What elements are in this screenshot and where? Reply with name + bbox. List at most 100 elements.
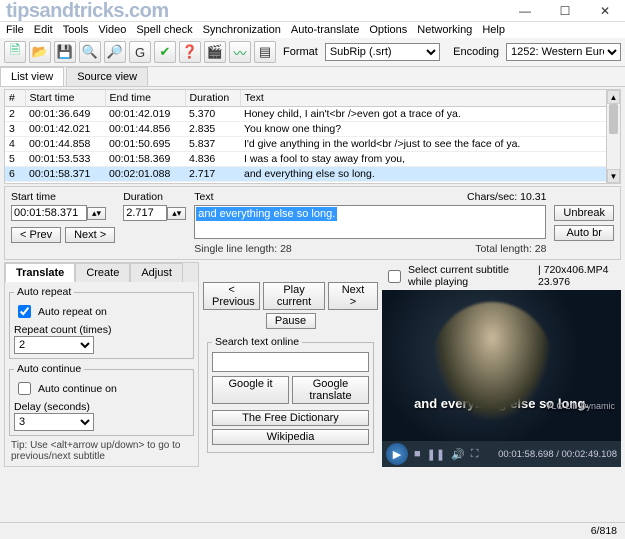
vlc-label: VLC Lib Dynamic (545, 401, 615, 411)
video-pause-icon[interactable]: ❚❚ (427, 448, 445, 461)
unbreak-button[interactable]: Unbreak (554, 205, 614, 221)
next-button[interactable]: Next > (65, 227, 115, 243)
table-row[interactable]: 200:01:36.64900:01:42.0195.370Honey chil… (5, 107, 620, 122)
scroll-down-icon[interactable]: ▼ (607, 169, 620, 183)
auto-repeat-checkbox[interactable]: Auto repeat on (14, 302, 189, 321)
text-label: Text (194, 191, 213, 203)
table-cell: 00:01:58.371 (25, 167, 105, 182)
video-stop-icon[interactable]: ■ (414, 448, 421, 460)
auto-br-button[interactable]: Auto br (554, 225, 614, 241)
column-header[interactable]: # (5, 90, 25, 107)
duration-input[interactable] (123, 205, 167, 221)
repeat-count-select[interactable]: 2 (14, 336, 94, 354)
auto-repeat-check-input[interactable] (18, 305, 31, 318)
menu-edit[interactable]: Edit (34, 24, 53, 36)
table-cell: 00:01:42.019 (105, 107, 185, 122)
video-preview[interactable]: and everything else so long. VLC Lib Dyn… (382, 290, 621, 441)
format-select[interactable]: SubRip (.srt) (325, 43, 440, 61)
free-dictionary-button[interactable]: The Free Dictionary (212, 410, 369, 426)
scroll-up-icon[interactable]: ▲ (607, 90, 620, 104)
delay-select[interactable]: 3 (14, 413, 94, 431)
toolbar: 🗎📂💾🔍🔎G✔❓🎬〰▤ Format SubRip (.srt) Encodin… (0, 38, 625, 67)
table-cell: 00:01:50.695 (105, 137, 185, 152)
google-translate-button[interactable]: Google translate (292, 376, 369, 404)
select-while-playing-checkbox[interactable] (388, 270, 401, 283)
column-header[interactable]: End time (105, 90, 185, 107)
spectrogram-icon[interactable]: ▤ (254, 41, 276, 63)
table-cell: 2.835 (185, 122, 240, 137)
table-row[interactable]: 500:01:53.53300:01:58.3694.836I was a fo… (5, 152, 620, 167)
table-row[interactable]: 400:01:44.85800:01:50.6955.837I'd give a… (5, 137, 620, 152)
visualsync-icon[interactable]: 🎬 (204, 41, 226, 63)
table-cell: 4.836 (185, 152, 240, 167)
menu-help[interactable]: Help (482, 24, 505, 36)
duration-spinner[interactable]: ▴▾ (167, 207, 186, 220)
menu-networking[interactable]: Networking (417, 24, 472, 36)
replace-icon[interactable]: 🔎 (104, 41, 126, 63)
waveform-icon[interactable]: 〰 (229, 41, 251, 63)
table-cell: You know one thing? (240, 122, 620, 137)
tab-translate[interactable]: Translate (5, 263, 75, 282)
table-cell: 00:02:01.088 (105, 167, 185, 182)
subtitle-text-input[interactable] (194, 205, 546, 239)
tab-list-view[interactable]: List view (0, 67, 64, 86)
play-current-button[interactable]: Play current (263, 282, 325, 310)
play-next-button[interactable]: Next > (328, 282, 378, 310)
menu-tools[interactable]: Tools (63, 24, 89, 36)
scroll-thumb[interactable] (609, 104, 618, 134)
menu-options[interactable]: Options (369, 24, 407, 36)
auto-continue-checkbox[interactable]: Auto continue on (14, 379, 189, 398)
table-cell: 00:01:44.856 (105, 122, 185, 137)
menu-bar: File Edit Tools Video Spell check Synchr… (0, 22, 625, 38)
tab-adjust[interactable]: Adjust (130, 263, 183, 282)
menu-spell-check[interactable]: Spell check (136, 24, 192, 36)
table-cell: Honey child, I ain't<br />even got a tra… (240, 107, 620, 122)
video-fullscreen-icon[interactable]: ⛶ (471, 448, 479, 461)
sync-icon[interactable]: G (129, 41, 151, 63)
table-cell: 3 (5, 122, 25, 137)
table-row[interactable]: 600:01:58.37100:02:01.0882.717and everyt… (5, 167, 620, 182)
pause-button[interactable]: Pause (266, 313, 316, 329)
close-button[interactable]: ✕ (585, 0, 625, 22)
search-text-input[interactable] (212, 352, 369, 372)
auto-continue-check-input[interactable] (18, 382, 31, 395)
menu-video[interactable]: Video (98, 24, 126, 36)
start-time-input[interactable] (11, 205, 87, 221)
table-cell: 00:01:42.021 (25, 122, 105, 137)
prev-button[interactable]: < Prev (11, 227, 61, 243)
menu-file[interactable]: File (6, 24, 24, 36)
video-play-button[interactable]: ▶ (386, 443, 408, 465)
menu-auto-translate[interactable]: Auto-translate (291, 24, 359, 36)
column-header[interactable]: Start time (25, 90, 105, 107)
grid-scrollbar[interactable]: ▲ ▼ (606, 90, 620, 183)
google-it-button[interactable]: Google it (212, 376, 289, 404)
play-previous-button[interactable]: < Previous (203, 282, 260, 310)
subtitle-grid[interactable]: #Start timeEnd timeDurationText 200:01:3… (4, 89, 621, 184)
maximize-button[interactable]: ☐ (545, 0, 585, 22)
open-file-icon[interactable]: 📂 (29, 41, 51, 63)
table-row[interactable]: 300:01:42.02100:01:44.8562.835You know o… (5, 122, 620, 137)
start-time-spinner[interactable]: ▴▾ (87, 207, 106, 220)
video-controls: ▶ ■ ❚❚ 🔊 ⛶ 00:01:58.698 / 00:02:49.108 (382, 441, 621, 467)
table-cell: 00:01:53.533 (25, 152, 105, 167)
table-cell: 2.717 (185, 167, 240, 182)
column-header[interactable]: Duration (185, 90, 240, 107)
column-header[interactable]: Text (240, 90, 620, 107)
video-info: | 720x406.MP4 23.976 (538, 264, 619, 288)
tab-source-view[interactable]: Source view (66, 67, 148, 86)
video-mute-icon[interactable]: 🔊 (451, 448, 465, 461)
main-tabs: List view Source view (0, 67, 625, 87)
bottom-tabs: Translate Create Adjust (5, 263, 198, 282)
video-time: 00:01:58.698 / 00:02:49.108 (498, 449, 617, 460)
wikipedia-button[interactable]: Wikipedia (212, 429, 369, 445)
find-icon[interactable]: 🔍 (79, 41, 101, 63)
encoding-select[interactable]: 1252: Western Euro (506, 43, 621, 61)
save-icon[interactable]: 💾 (54, 41, 76, 63)
tab-create[interactable]: Create (75, 263, 130, 282)
help-icon[interactable]: ❓ (179, 41, 201, 63)
spellcheck-icon[interactable]: ✔ (154, 41, 176, 63)
minimize-button[interactable]: — (505, 0, 545, 22)
menu-synchronization[interactable]: Synchronization (203, 24, 281, 36)
delay-label: Delay (seconds) (14, 401, 189, 413)
new-file-icon[interactable]: 🗎 (4, 41, 26, 63)
